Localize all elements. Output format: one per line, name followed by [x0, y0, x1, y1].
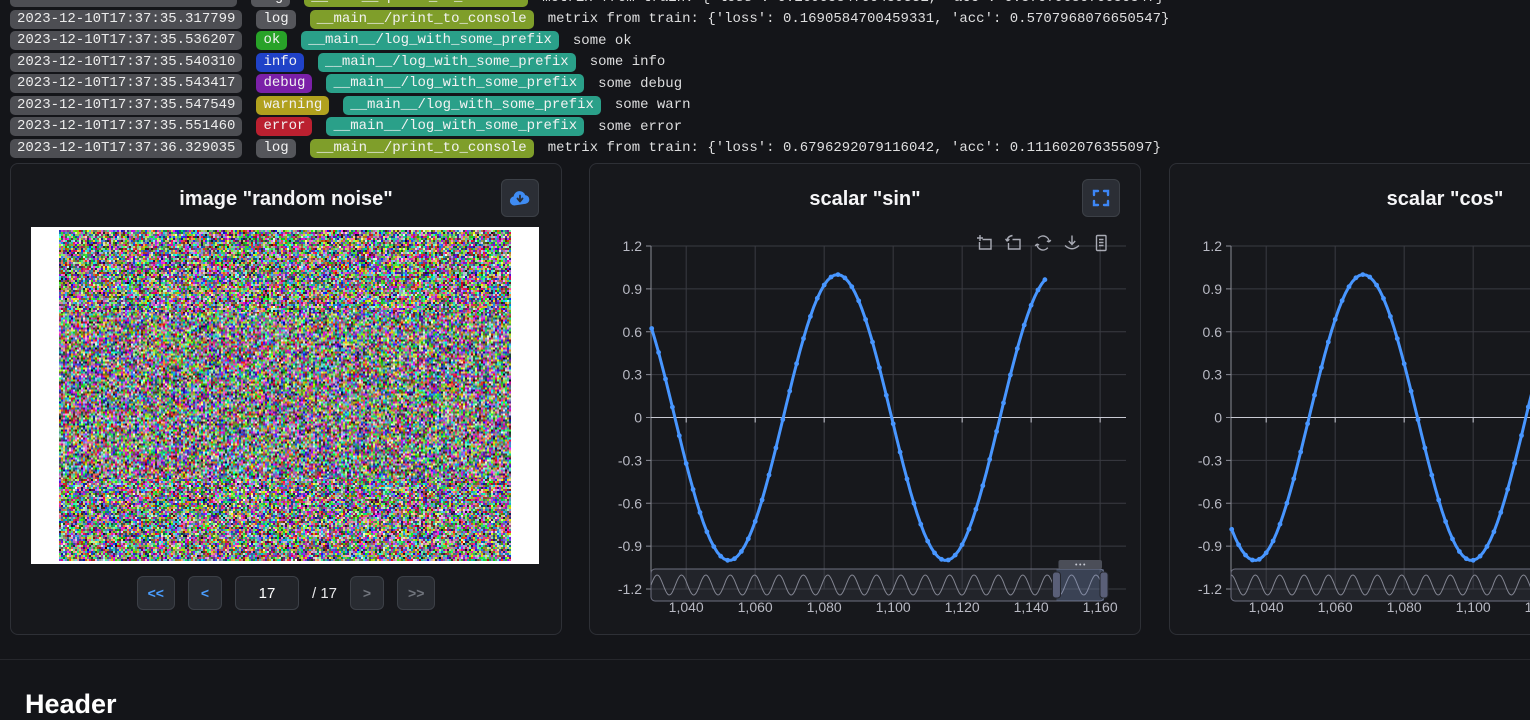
log-topic-badge: __main__/log_with_some_prefix	[318, 53, 576, 72]
y-axis-tick-label: -0.6	[618, 495, 642, 511]
prev-page-button[interactable]: <	[188, 576, 222, 610]
log-timestamp-badge: 2023-12-10T17:37:35.317799	[10, 10, 242, 29]
y-axis-tick-label: -0.9	[1198, 538, 1222, 554]
log-message: some warn	[615, 97, 691, 113]
log-message: metrix from train: {'loss': 0.1690584700…	[548, 11, 1170, 27]
y-axis-tick-label: 0	[1214, 410, 1222, 426]
random-noise-image	[59, 230, 511, 561]
y-axis-tick-label: -0.3	[1198, 452, 1222, 468]
cos-chart-plot[interactable]: 1.20.90.60.30-0.3-0.6-0.9-1.21,0401,0601…	[1170, 164, 1530, 636]
datazoom-handle-right[interactable]	[1100, 572, 1108, 598]
log-message: metrix from train: {'loss': 0.6796292079…	[548, 140, 1161, 156]
y-axis-tick-label: 0.9	[1203, 281, 1223, 297]
zoom-back-icon[interactable]	[1005, 234, 1023, 252]
save-image-icon[interactable]	[1063, 234, 1081, 252]
section-heading: Header	[25, 689, 117, 720]
y-axis-tick-label: -0.9	[618, 538, 642, 554]
log-topic-badge: __main__/print_to_console	[310, 10, 534, 29]
cloud-download-icon	[508, 188, 532, 209]
page-number-input[interactable]	[235, 576, 299, 610]
log-timestamp-badge	[10, 0, 237, 7]
scalar-sin-card: scalar "sin" 1.20.90.60.30-0.3-0.6-0.9-1…	[589, 163, 1141, 635]
log-topic-badge: __main__/log_with_some_prefix	[326, 74, 584, 93]
log-topic-badge: __main__/log_with_some_prefix	[301, 31, 559, 50]
log-timestamp-badge: 2023-12-10T17:37:35.551460	[10, 117, 242, 136]
page-total-label: / 17	[312, 585, 337, 602]
log-timestamp-badge: 2023-12-10T17:37:35.547549	[10, 96, 242, 115]
log-row: 2023-12-10T17:37:35.547549 warning __main_…	[10, 95, 1169, 117]
log-message: some info	[590, 54, 666, 70]
y-axis-tick-label: 0.3	[623, 367, 643, 383]
y-axis-tick-label: 0.3	[1203, 367, 1223, 383]
y-axis-tick-label: -1.2	[1198, 581, 1222, 597]
y-axis-tick-label: 1.2	[623, 238, 643, 254]
log-row: 2023-12-10T17:37:35.540310 info __main__/l…	[10, 52, 1169, 74]
download-image-button[interactable]	[501, 179, 539, 217]
log-timestamp-badge: 2023-12-10T17:37:35.536207	[10, 31, 242, 50]
y-axis-tick-label: -0.3	[618, 452, 642, 468]
datazoom-slider[interactable]	[1231, 569, 1530, 601]
zoom-select-icon[interactable]	[976, 234, 994, 252]
log-timestamp-badge: 2023-12-10T17:37:35.540310	[10, 53, 242, 72]
y-axis-tick-label: -0.6	[1198, 495, 1222, 511]
log-topic-badge: __main__/print_to_console	[310, 139, 534, 158]
log-message: metrix from train: {'loss': 0.1690584700…	[542, 0, 1164, 6]
log-level-badge: info	[256, 53, 304, 72]
y-axis-tick-label: -1.2	[618, 581, 642, 597]
log-level-badge: log	[256, 139, 295, 158]
log-level-badge: ok	[256, 31, 287, 50]
log-message: some error	[598, 119, 682, 135]
y-axis-tick-label: 1.2	[1203, 238, 1223, 254]
log-timestamp-badge: 2023-12-10T17:37:35.543417	[10, 74, 242, 93]
log-panel: log__main__/print_to_consolemetrix from …	[10, 0, 1169, 159]
log-row: 2023-12-10T17:37:35.536207 ok __main__/log…	[10, 30, 1169, 52]
first-page-button[interactable]: <<	[137, 576, 175, 610]
log-topic-badge: __main__/log_with_some_prefix	[343, 96, 601, 115]
log-message: some ok	[573, 33, 632, 49]
log-level-badge: log	[256, 10, 295, 29]
last-page-button[interactable]: >>	[397, 576, 435, 610]
datazoom-window[interactable]	[1056, 569, 1104, 601]
log-row: 2023-12-10T17:37:36.329035 log __main__/pr…	[10, 138, 1169, 160]
datazoom-handle-left[interactable]	[1052, 572, 1060, 598]
y-axis-tick-label: 0.6	[1203, 324, 1223, 340]
y-axis-tick-label: 0	[634, 410, 642, 426]
datazoom-slider[interactable]	[651, 569, 1104, 601]
log-timestamp-badge: 2023-12-10T17:37:36.329035	[10, 139, 242, 158]
restore-icon[interactable]	[1034, 234, 1052, 252]
y-axis-tick-label: 0.9	[623, 281, 643, 297]
image-card-title: image "random noise"	[11, 188, 561, 211]
log-row: 2023-12-10T17:37:35.543417 debug __main__/…	[10, 73, 1169, 95]
scalar-cos-card: scalar "cos" 1.20.90.60.30-0.3-0.6-0.9-1…	[1169, 163, 1530, 635]
log-row: 2023-12-10T17:37:35.317799 log __main__/pr…	[10, 9, 1169, 31]
chart-toolbox	[976, 234, 1110, 252]
log-level-badge: debug	[256, 74, 312, 93]
section-divider	[0, 659, 1530, 660]
pagination: << < / 17 > >>	[11, 576, 561, 610]
log-topic-badge: __main__/print_to_console	[304, 0, 528, 7]
log-level-badge: warning	[256, 96, 329, 115]
log-row: 2023-12-10T17:37:35.551460 error __main__/…	[10, 116, 1169, 138]
log-level-badge: error	[256, 117, 312, 136]
log-row: log __main__/print_to_console metrix from …	[10, 0, 1169, 9]
log-level-badge: log	[251, 0, 290, 7]
next-page-button[interactable]: >	[350, 576, 384, 610]
image-card: image "random noise" << < / 17 > >>	[10, 163, 562, 635]
y-axis-tick-label: 0.6	[623, 324, 643, 340]
log-topic-badge: __main__/log_with_some_prefix	[326, 117, 584, 136]
image-plate	[31, 227, 539, 564]
log-message: some debug	[598, 76, 682, 92]
data-view-icon[interactable]	[1092, 234, 1110, 252]
